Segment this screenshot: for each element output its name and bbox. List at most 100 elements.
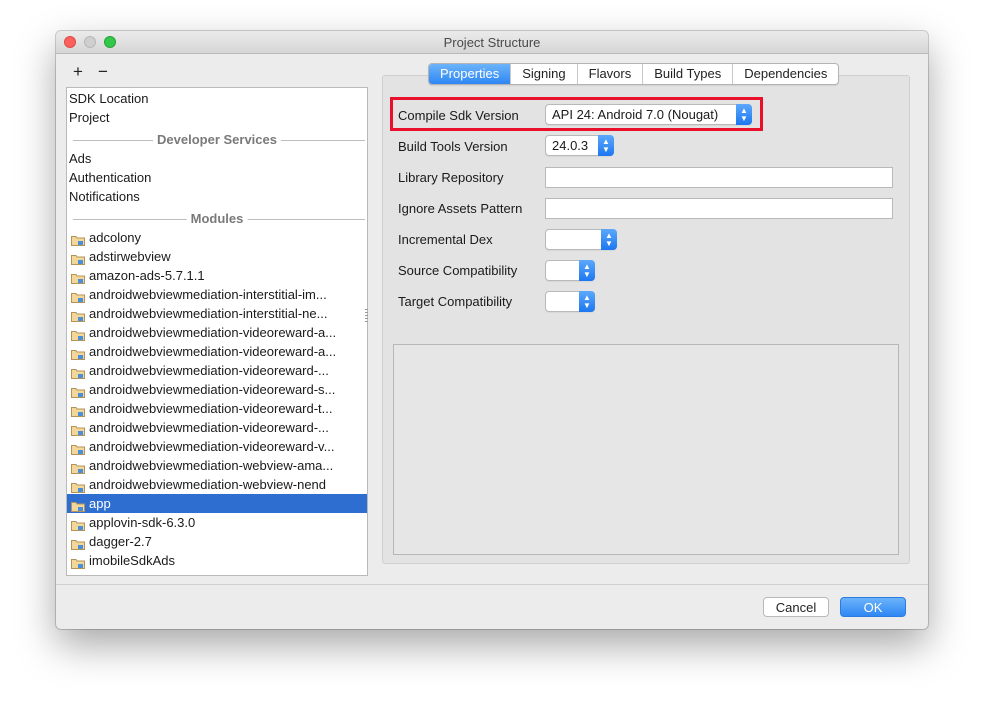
module-folder-icon: [71, 384, 85, 398]
module-item[interactable]: androidwebviewmediation-interstitial-ne.…: [67, 304, 367, 323]
module-item[interactable]: app: [67, 494, 367, 513]
compile-sdk-select[interactable]: API 24: Android 7.0 (Nougat) ▲ ▼: [545, 104, 752, 125]
module-folder-icon: [71, 555, 85, 569]
module-label: androidwebviewmediation-videoreward-t...: [89, 401, 333, 416]
module-folder-icon: [71, 289, 85, 303]
title-bar: Project Structure: [56, 31, 928, 54]
splitter-handle[interactable]: [365, 309, 368, 323]
developer-services-separator: Developer Services: [67, 130, 367, 149]
tab-signing[interactable]: Signing: [510, 64, 576, 84]
sidebar-item-sdk-location[interactable]: SDK Location: [67, 89, 367, 108]
module-item[interactable]: androidwebviewmediation-videoreward-t...: [67, 399, 367, 418]
build-tools-label: Build Tools Version: [398, 139, 508, 154]
window-title: Project Structure: [443, 35, 541, 50]
chevron-updown-icon: ▲ ▼: [579, 260, 595, 281]
build-tools-select[interactable]: 24.0.3 ▲ ▼: [545, 135, 614, 156]
module-label: androidwebviewmediation-videoreward-a...: [89, 325, 337, 340]
module-item[interactable]: applovin-sdk-6.3.0: [67, 513, 367, 532]
module-label: applovin-sdk-6.3.0: [89, 515, 196, 530]
modules-separator: Modules: [67, 209, 367, 228]
module-folder-icon: [71, 365, 85, 379]
tab-build-types[interactable]: Build Types: [642, 64, 732, 84]
project-structure-window: Project Structure + − SDK Location Proje…: [56, 31, 928, 629]
source-compatibility-label: Source Compatibility: [398, 263, 518, 278]
chevron-updown-icon: ▲ ▼: [601, 229, 617, 250]
remove-button[interactable]: −: [98, 63, 108, 80]
tab-properties[interactable]: Properties: [429, 64, 511, 84]
module-folder-icon: [71, 536, 85, 550]
library-repository-label: Library Repository: [398, 170, 504, 185]
module-label: amazon-ads-5.7.1.1: [89, 268, 205, 283]
module-label: adcolony: [89, 230, 142, 245]
module-item[interactable]: androidwebviewmediation-videoreward-s...: [67, 380, 367, 399]
module-folder-icon: [71, 479, 85, 493]
module-label: androidwebviewmediation-interstitial-ne.…: [89, 306, 328, 321]
module-folder-icon: [71, 270, 85, 284]
developer-services-header: Developer Services: [153, 130, 281, 149]
module-item[interactable]: androidwebviewmediation-videoreward-a...: [67, 342, 367, 361]
module-item[interactable]: dagger-2.7: [67, 532, 367, 551]
details-area: [393, 344, 899, 555]
modules-header: Modules: [186, 209, 248, 228]
chevron-updown-icon: ▲ ▼: [598, 135, 614, 156]
incremental-dex-select[interactable]: ▲ ▼: [545, 229, 617, 250]
target-compatibility-label: Target Compatibility: [398, 294, 513, 309]
source-compatibility-select[interactable]: ▲ ▼: [545, 260, 595, 281]
ignore-assets-pattern-label: Ignore Assets Pattern: [398, 201, 523, 216]
cancel-button[interactable]: Cancel: [763, 597, 829, 617]
module-label: androidwebviewmediation-webview-nend: [89, 477, 327, 492]
module-label: dagger-2.7: [89, 534, 152, 549]
module-label: app: [89, 496, 111, 511]
module-folder-icon: [71, 517, 85, 531]
module-label: androidwebviewmediation-videoreward-v...: [89, 439, 335, 454]
module-item[interactable]: adstirwebview: [67, 247, 367, 266]
module-item[interactable]: amazon-ads-5.7.1.1: [67, 266, 367, 285]
chevron-updown-icon: ▲ ▼: [736, 104, 752, 125]
module-folder-icon: [71, 441, 85, 455]
module-item[interactable]: androidwebviewmediation-webview-ama...: [67, 456, 367, 475]
module-label: adstirwebview: [89, 249, 171, 264]
tab-dependencies[interactable]: Dependencies: [732, 64, 838, 84]
incremental-dex-label: Incremental Dex: [398, 232, 493, 247]
module-label: androidwebviewmediation-videoreward-...: [89, 420, 329, 435]
module-item[interactable]: androidwebviewmediation-interstitial-im.…: [67, 285, 367, 304]
library-repository-input[interactable]: [545, 167, 893, 188]
module-folder-icon: [71, 251, 85, 265]
target-compatibility-select[interactable]: ▲ ▼: [545, 291, 595, 312]
ignore-assets-pattern-input[interactable]: [545, 198, 893, 219]
sidebar-item-project[interactable]: Project: [67, 108, 367, 127]
sidebar-item-ads[interactable]: Ads: [67, 149, 367, 168]
footer-divider: [56, 584, 928, 585]
build-tools-value: 24.0.3: [552, 138, 589, 153]
module-item[interactable]: androidwebviewmediation-videoreward-...: [67, 361, 367, 380]
sidebar-item-notifications[interactable]: Notifications: [67, 187, 367, 206]
module-label: androidwebviewmediation-videoreward-a...: [89, 344, 337, 359]
tab-flavors[interactable]: Flavors: [576, 64, 643, 84]
module-folder-icon: [71, 346, 85, 360]
add-button[interactable]: +: [73, 63, 83, 80]
chevron-updown-icon: ▲ ▼: [579, 291, 595, 312]
module-label: androidwebviewmediation-interstitial-im.…: [89, 287, 327, 302]
ok-button[interactable]: OK: [840, 597, 906, 617]
module-item[interactable]: androidwebviewmediation-videoreward-...: [67, 418, 367, 437]
module-folder-icon: [71, 403, 85, 417]
module-folder-icon: [71, 232, 85, 246]
sidebar-list: SDK Location Project Developer Services …: [66, 87, 368, 576]
module-folder-icon: [71, 422, 85, 436]
compile-sdk-value: API 24: Android 7.0 (Nougat): [552, 107, 719, 122]
module-item[interactable]: adcolony: [67, 228, 367, 247]
module-folder-icon: [71, 460, 85, 474]
module-label: androidwebviewmediation-videoreward-...: [89, 363, 329, 378]
module-label: imobileSdkAds: [89, 553, 175, 568]
module-item[interactable]: androidwebviewmediation-webview-nend: [67, 475, 367, 494]
module-label: androidwebviewmediation-videoreward-s...: [89, 382, 336, 397]
module-item[interactable]: androidwebviewmediation-videoreward-a...: [67, 323, 367, 342]
sidebar-item-authentication[interactable]: Authentication: [67, 168, 367, 187]
module-label: androidwebviewmediation-webview-ama...: [89, 458, 334, 473]
tab-bar: Properties Signing Flavors Build Types D…: [428, 63, 840, 85]
module-item[interactable]: androidwebviewmediation-videoreward-v...: [67, 437, 367, 456]
module-folder-icon: [71, 327, 85, 341]
compile-sdk-label: Compile Sdk Version: [398, 108, 519, 123]
module-folder-icon: [71, 308, 85, 322]
module-item[interactable]: imobileSdkAds: [67, 551, 367, 570]
